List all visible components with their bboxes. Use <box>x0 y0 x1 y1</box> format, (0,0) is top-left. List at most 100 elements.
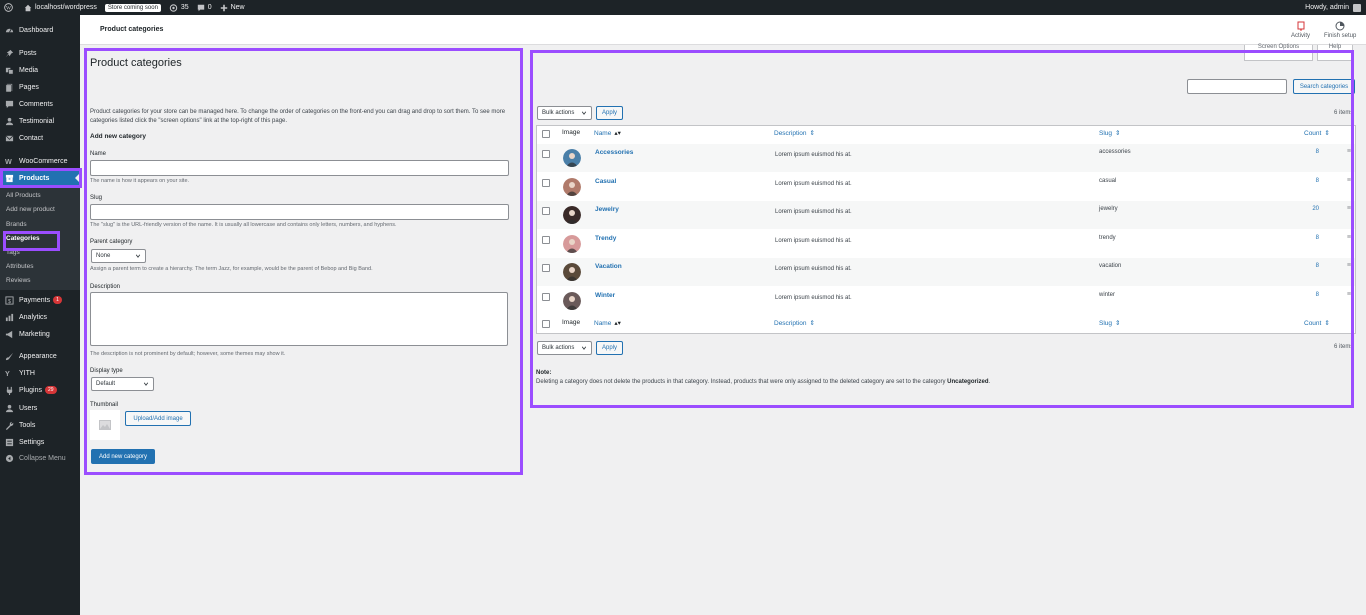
menu-contact[interactable]: Contact <box>0 130 80 146</box>
menu-tools[interactable]: Tools <box>0 417 80 433</box>
menu-marketing[interactable]: Marketing <box>0 326 80 342</box>
category-count-link[interactable]: 8 <box>1316 149 1319 155</box>
category-name-link[interactable]: Winter <box>595 292 615 299</box>
new-content-link[interactable]: New <box>220 4 245 12</box>
table-row[interactable]: Casual Lorem ipsum euismod his at. casual 8… <box>537 173 1355 201</box>
submenu-add-new-product[interactable]: Add new product <box>6 206 55 213</box>
slug-input[interactable] <box>90 204 509 220</box>
store-status-badge[interactable]: Store coming soon <box>104 3 161 12</box>
drag-handle-icon[interactable]: ≡ <box>1347 291 1351 298</box>
screen-options-tab[interactable]: Screen Options <box>1244 44 1313 61</box>
submenu-brands[interactable]: Brands <box>6 221 27 228</box>
drag-handle-icon[interactable]: ≡ <box>1347 148 1351 155</box>
column-description[interactable]: Description ⇕ <box>774 129 815 138</box>
finish-setup-button[interactable]: Finish setup <box>1324 21 1356 39</box>
select-all-checkbox[interactable] <box>542 130 550 138</box>
bulk-actions-select-top[interactable]: Bulk actions <box>537 106 592 120</box>
drag-handle-icon[interactable]: ≡ <box>1347 262 1351 269</box>
category-name-link[interactable]: Trendy <box>595 235 616 242</box>
table-row[interactable]: Accessories Lorem ipsum euismod his at. ac… <box>537 144 1355 172</box>
site-name-link[interactable]: localhost/wordpress <box>24 4 97 12</box>
chevron-down-icon <box>135 254 141 258</box>
comments-link[interactable]: 0 <box>197 4 212 12</box>
category-name-link[interactable]: Casual <box>595 178 616 185</box>
table-row[interactable]: Trendy Lorem ipsum euismod his at. trendy 8… <box>537 230 1355 258</box>
submenu-tags[interactable]: Tags <box>6 249 20 256</box>
menu-collapse[interactable]: Collapse Menu <box>0 450 80 466</box>
display-type-select[interactable]: Default <box>91 377 154 391</box>
parent-category-select[interactable]: None <box>91 249 146 263</box>
submenu-reviews[interactable]: Reviews <box>6 277 31 284</box>
add-new-category-button[interactable]: Add new category <box>91 449 155 464</box>
description-textarea[interactable] <box>90 292 508 346</box>
column-count[interactable]: Count ⇕ <box>1304 129 1330 138</box>
menu-users[interactable]: Users <box>0 400 80 416</box>
search-categories-input[interactable] <box>1187 79 1287 94</box>
menu-plugins[interactable]: Plugins 29 <box>0 382 80 398</box>
row-checkbox[interactable] <box>542 150 550 158</box>
category-count-link[interactable]: 20 <box>1312 206 1319 212</box>
table-row[interactable]: Jewelry Lorem ipsum euismod his at. jewelr… <box>537 201 1355 229</box>
menu-pages[interactable]: Pages <box>0 79 80 95</box>
menu-payments[interactable]: $ Payments 1 <box>0 292 80 308</box>
note-label: Note: <box>536 370 552 376</box>
footer-column-name[interactable]: Name ▴▾ <box>594 319 621 328</box>
submenu-all-products[interactable]: All Products <box>6 192 41 199</box>
menu-comments[interactable]: Comments <box>0 96 80 112</box>
row-checkbox[interactable] <box>542 179 550 187</box>
category-name-link[interactable]: Accessories <box>595 149 633 156</box>
table-row[interactable]: Winter Lorem ipsum euismod his at. winter 8… <box>537 287 1355 315</box>
bulk-actions-select-bottom[interactable]: Bulk actions <box>537 341 592 355</box>
row-checkbox[interactable] <box>542 236 550 244</box>
slug-help: The "slug" is the URL-friendly version o… <box>90 222 397 228</box>
menu-appearance[interactable]: Appearance <box>0 348 80 364</box>
menu-dashboard[interactable]: Dashboard <box>0 22 80 38</box>
sort-icon: ⇕ <box>1115 130 1121 137</box>
name-input[interactable] <box>90 160 509 176</box>
apply-button-top[interactable]: Apply <box>596 106 623 120</box>
table-row[interactable]: Vacation Lorem ipsum euismod his at. vacat… <box>537 258 1355 286</box>
footer-column-count[interactable]: Count ⇕ <box>1304 319 1330 328</box>
row-checkbox[interactable] <box>542 264 550 272</box>
menu-woocommerce[interactable]: W WooCommerce <box>0 153 80 169</box>
category-name-link[interactable]: Jewelry <box>595 206 619 213</box>
menu-testimonial[interactable]: Testimonial <box>0 113 80 129</box>
menu-settings[interactable]: Settings <box>0 434 80 450</box>
search-categories-button[interactable]: Search categories <box>1293 79 1355 94</box>
footer-column-description[interactable]: Description ⇕ <box>774 319 815 328</box>
category-count-link[interactable]: 8 <box>1316 235 1319 241</box>
menu-yith[interactable]: Y YITH <box>0 365 80 381</box>
category-name-link[interactable]: Vacation <box>595 263 622 270</box>
footer-column-slug[interactable]: Slug ⇕ <box>1099 319 1120 328</box>
category-description: Lorem ipsum euismod his at. <box>775 238 852 244</box>
updates-icon <box>169 3 178 12</box>
help-tab[interactable]: Help <box>1317 44 1353 61</box>
category-count-link[interactable]: 8 <box>1316 263 1319 269</box>
wordpress-logo-icon[interactable]: W <box>4 3 16 12</box>
pages-icon <box>5 83 14 92</box>
brush-icon <box>5 352 14 361</box>
row-checkbox[interactable] <box>542 207 550 215</box>
column-slug[interactable]: Slug ⇕ <box>1099 129 1121 138</box>
column-name[interactable]: Name ▴▾ <box>594 129 621 138</box>
category-count-link[interactable]: 8 <box>1316 292 1319 298</box>
submenu-attributes[interactable]: Attributes <box>6 263 33 270</box>
upload-image-button[interactable]: Upload/Add image <box>125 411 191 426</box>
menu-analytics[interactable]: Analytics <box>0 309 80 325</box>
apply-button-bottom[interactable]: Apply <box>596 341 623 355</box>
drag-handle-icon[interactable]: ≡ <box>1347 205 1351 212</box>
submenu-categories[interactable]: Categories <box>6 235 40 242</box>
menu-media[interactable]: Media <box>0 62 80 78</box>
drag-handle-icon[interactable]: ≡ <box>1347 234 1351 241</box>
select-all-checkbox-footer[interactable] <box>542 320 550 328</box>
menu-posts[interactable]: Posts <box>0 45 80 61</box>
my-account[interactable]: Howdy, admin <box>1305 0 1361 15</box>
menu-label: Testimonial <box>19 117 55 125</box>
drag-handle-icon[interactable]: ≡ <box>1347 177 1351 184</box>
category-count-link[interactable]: 8 <box>1316 178 1319 184</box>
updates-link[interactable]: 35 <box>169 3 189 12</box>
column-image: Image <box>562 129 581 136</box>
row-checkbox[interactable] <box>542 293 550 301</box>
activity-button[interactable]: Activity <box>1291 21 1310 39</box>
menu-products[interactable]: Products <box>0 170 80 186</box>
